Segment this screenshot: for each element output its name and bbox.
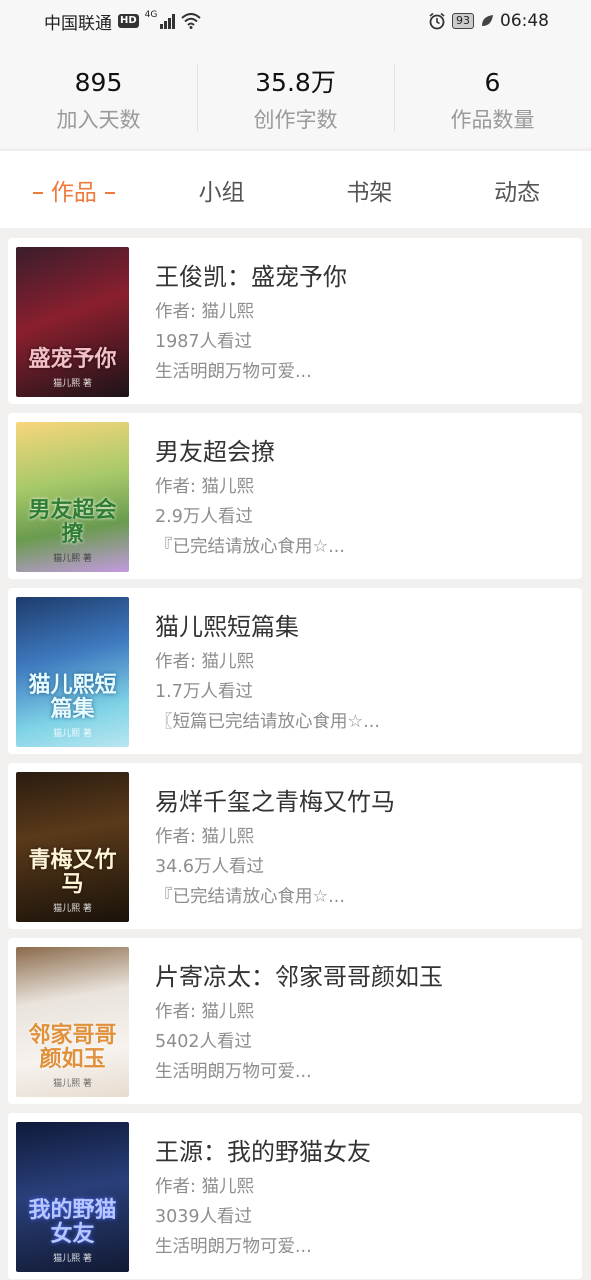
- cover-author: 猫儿熙 著: [53, 904, 92, 914]
- book-description: 生活明朗万物可爱...: [155, 1062, 312, 1082]
- book-description: 生活明朗万物可爱...: [155, 1237, 312, 1257]
- book-title: 猫儿熙短篇集: [155, 613, 299, 641]
- profile-stats: 895 加入天数 35.8万 创作字数 6 作品数量: [0, 42, 591, 148]
- cover-title: 男友超会撩: [28, 497, 117, 547]
- tab-bookshelf[interactable]: 书架: [296, 173, 444, 207]
- cover-title: 青梅又竹马: [28, 847, 117, 897]
- stat-works-count: 6 作品数量: [394, 42, 591, 148]
- book-description: 〖短篇已完结请放心食用☆...: [155, 712, 380, 732]
- cover-author: 猫儿熙 著: [53, 729, 92, 739]
- book-author: 作者: 猫儿熙: [155, 1002, 254, 1022]
- wifi-icon: [181, 13, 202, 29]
- book-views: 1987人看过: [155, 332, 253, 352]
- cover-author: 猫儿熙 著: [53, 1254, 92, 1264]
- stat-label: 创作字数: [253, 108, 338, 132]
- book-cover: 男友超会撩 猫儿熙 著: [16, 422, 129, 572]
- work-info: 易烊千玺之青梅又竹马 作者: 猫儿熙 34.6万人看过 『已完结请放心食用☆..…: [155, 772, 395, 912]
- book-title: 王俊凯：盛宠予你: [155, 263, 347, 291]
- cover-title: 猫儿熙短篇集: [28, 672, 117, 722]
- book-cover: 青梅又竹马 猫儿熙 著: [16, 772, 129, 922]
- work-info: 男友超会撩 作者: 猫儿熙 2.9万人看过 『已完结请放心食用☆...: [155, 422, 345, 562]
- book-description: 『已完结请放心食用☆...: [155, 887, 345, 907]
- book-description: 生活明朗万物可爱...: [155, 362, 312, 382]
- book-views: 2.9万人看过: [155, 507, 253, 527]
- book-cover: 邻家哥哥颜如玉 猫儿熙 著: [16, 947, 129, 1097]
- clock-time: 06:48: [500, 11, 549, 31]
- cover-author: 猫儿熙 著: [53, 379, 92, 389]
- cover-title: 邻家哥哥颜如玉: [28, 1022, 117, 1072]
- work-info: 猫儿熙短篇集 作者: 猫儿熙 1.7万人看过 〖短篇已完结请放心食用☆...: [155, 597, 380, 737]
- tab-activity[interactable]: 动态: [443, 173, 591, 207]
- status-right: 93 06:48: [428, 11, 549, 31]
- stat-value: 35.8万: [255, 68, 336, 97]
- book-views: 1.7万人看过: [155, 682, 253, 702]
- stat-label: 作品数量: [450, 108, 535, 132]
- stat-label: 加入天数: [56, 108, 141, 132]
- book-author: 作者: 猫儿熙: [155, 652, 254, 672]
- cover-title: 盛宠予你: [28, 346, 117, 372]
- works-list: 盛宠予你 猫儿熙 著 王俊凯：盛宠予你 作者: 猫儿熙 1987人看过 生活明朗…: [8, 238, 582, 1279]
- network-type: 4G: [144, 10, 158, 20]
- book-cover: 我的野猫女友 猫儿熙 著: [16, 1122, 129, 1272]
- work-card[interactable]: 猫儿熙短篇集 猫儿熙 著 猫儿熙短篇集 作者: 猫儿熙 1.7万人看过 〖短篇已…: [8, 588, 582, 754]
- book-author: 作者: 猫儿熙: [155, 302, 254, 322]
- book-views: 5402人看过: [155, 1032, 253, 1052]
- stat-join-days: 895 加入天数: [0, 42, 197, 148]
- battery-indicator: 93: [452, 13, 474, 29]
- book-title: 男友超会撩: [155, 438, 275, 466]
- work-info: 片寄凉太：邻家哥哥颜如玉 作者: 猫儿熙 5402人看过 生活明朗万物可爱...: [155, 947, 443, 1087]
- tab-works[interactable]: 作品: [0, 173, 148, 207]
- tab-groups[interactable]: 小组: [148, 173, 296, 207]
- work-card[interactable]: 盛宠予你 猫儿熙 著 王俊凯：盛宠予你 作者: 猫儿熙 1987人看过 生活明朗…: [8, 238, 582, 404]
- book-title: 易烊千玺之青梅又竹马: [155, 788, 395, 816]
- book-views: 3039人看过: [155, 1207, 253, 1227]
- tab-label: 作品: [50, 179, 97, 206]
- tab-label: 小组: [198, 179, 245, 206]
- profile-tabs: 作品 小组 书架 动态: [0, 150, 591, 228]
- book-title: 片寄凉太：邻家哥哥颜如玉: [155, 963, 443, 991]
- tab-label: 动态: [494, 179, 541, 206]
- signal-icon: [160, 13, 176, 29]
- book-author: 作者: 猫儿熙: [155, 477, 254, 497]
- status-left: 中国联通 HD 4G: [44, 9, 202, 34]
- tab-label: 书架: [346, 179, 393, 206]
- work-card[interactable]: 青梅又竹马 猫儿熙 著 易烊千玺之青梅又竹马 作者: 猫儿熙 34.6万人看过 …: [8, 763, 582, 929]
- book-views: 34.6万人看过: [155, 857, 264, 877]
- book-cover: 猫儿熙短篇集 猫儿熙 著: [16, 597, 129, 747]
- carrier-name: 中国联通: [44, 13, 112, 34]
- stat-word-count: 35.8万 创作字数: [197, 42, 394, 148]
- cover-author: 猫儿熙 著: [53, 1079, 92, 1089]
- work-card[interactable]: 男友超会撩 猫儿熙 著 男友超会撩 作者: 猫儿熙 2.9万人看过 『已完结请放…: [8, 413, 582, 579]
- book-author: 作者: 猫儿熙: [155, 827, 254, 847]
- work-info: 王俊凯：盛宠予你 作者: 猫儿熙 1987人看过 生活明朗万物可爱...: [155, 247, 347, 387]
- book-cover: 盛宠予你 猫儿熙 著: [16, 247, 129, 397]
- book-title: 王源：我的野猫女友: [155, 1138, 371, 1166]
- book-description: 『已完结请放心食用☆...: [155, 537, 345, 557]
- cover-title: 我的野猫女友: [28, 1197, 117, 1247]
- cover-author: 猫儿熙 著: [53, 554, 92, 564]
- tab-indicator-right: [104, 192, 115, 194]
- work-info: 王源：我的野猫女友 作者: 猫儿熙 3039人看过 生活明朗万物可爱...: [155, 1122, 371, 1262]
- stat-value: 895: [74, 68, 123, 97]
- hd-badge: HD: [118, 14, 139, 28]
- work-card[interactable]: 邻家哥哥颜如玉 猫儿熙 著 片寄凉太：邻家哥哥颜如玉 作者: 猫儿熙 5402人…: [8, 938, 582, 1104]
- status-bar: 中国联通 HD 4G 93 06:48: [0, 0, 591, 42]
- stat-value: 6: [484, 68, 501, 97]
- tab-indicator-left: [32, 192, 43, 194]
- work-card[interactable]: 我的野猫女友 猫儿熙 著 王源：我的野猫女友 作者: 猫儿熙 3039人看过 生…: [8, 1113, 582, 1279]
- book-author: 作者: 猫儿熙: [155, 1177, 254, 1197]
- leaf-icon: [480, 14, 494, 28]
- alarm-icon: [428, 12, 446, 30]
